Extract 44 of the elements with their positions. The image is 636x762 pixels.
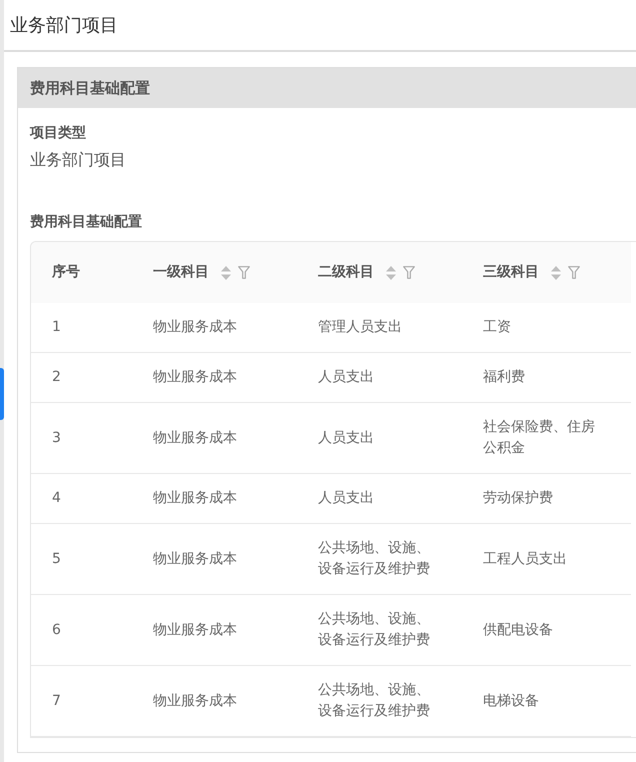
table-cell-text: 1 xyxy=(52,318,61,337)
table-cell-text: 供配电设备 xyxy=(483,620,553,640)
panel-title: 费用科目基础配置 xyxy=(30,78,150,98)
column-header: 序号 xyxy=(52,262,80,282)
page-title: 业务部门项目 xyxy=(10,14,118,37)
filter-icon[interactable] xyxy=(568,266,580,279)
table-cell-text: 公共场地、设施、设备运行及维护费 xyxy=(318,681,430,721)
column-header: 三级科目 xyxy=(483,263,539,282)
table-cell-text: 社会保险费、住房公积金 xyxy=(483,418,595,458)
table-cell-text: 管理人员支出 xyxy=(318,318,402,337)
table-cell-text: 福利费 xyxy=(483,368,525,387)
sort-icon[interactable] xyxy=(551,266,561,280)
table-cell-text: 5 xyxy=(52,550,61,568)
table-cell-text: 6 xyxy=(52,620,61,640)
sort-icon[interactable] xyxy=(386,266,396,280)
table-cell-text: 工资 xyxy=(483,318,511,337)
field-value: 业务部门项目 xyxy=(30,150,127,171)
sort-icon[interactable] xyxy=(221,266,231,280)
table-cell-text: 物业服务成本 xyxy=(153,368,237,387)
table-cell-text: 3 xyxy=(52,428,61,448)
table-cell-text: 2 xyxy=(52,368,61,387)
table-cell-text: 7 xyxy=(52,692,61,710)
table-cell-text: 物业服务成本 xyxy=(153,428,237,448)
side-handle[interactable] xyxy=(0,368,4,420)
table-cell-text: 物业服务成本 xyxy=(153,489,237,508)
column-header: 一级科目 xyxy=(153,263,209,282)
table-cell-text: 物业服务成本 xyxy=(153,692,237,710)
table-cell-text: 公共场地、设施、设备运行及维护费 xyxy=(318,539,430,579)
filter-icon[interactable] xyxy=(403,266,415,279)
table-cell-text: 电梯设备 xyxy=(483,692,539,710)
table-cell-text: 人员支出 xyxy=(318,368,374,387)
table-cell-text: 物业服务成本 xyxy=(153,550,237,568)
table-cell-text: 公共场地、设施、设备运行及维护费 xyxy=(318,610,430,650)
table-cell-text: 工程人员支出 xyxy=(483,550,567,568)
table-cell-text: 物业服务成本 xyxy=(153,620,237,640)
table-cell-text: 人员支出 xyxy=(318,428,374,448)
field-label: 项目类型 xyxy=(30,124,87,142)
column-header: 二级科目 xyxy=(318,263,374,282)
table-title: 费用科目基础配置 xyxy=(30,213,143,231)
table-cell-text: 人员支出 xyxy=(318,489,374,508)
table-cell-text: 物业服务成本 xyxy=(153,318,237,337)
table-cell-text: 劳动保护费 xyxy=(483,489,553,508)
filter-icon[interactable] xyxy=(238,266,250,279)
table-cell-text: 4 xyxy=(52,489,61,508)
